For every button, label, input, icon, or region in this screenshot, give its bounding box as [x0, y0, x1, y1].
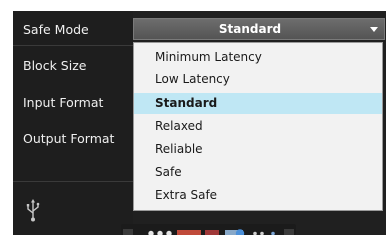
safe-mode-select-value: Standard — [218, 22, 282, 36]
safe-mode-label: Safe Mode — [23, 22, 89, 37]
chevron-down-icon[interactable] — [370, 27, 378, 32]
menu-option-extra-safe[interactable]: Extra Safe — [134, 185, 382, 206]
input-format-label: Input Format — [23, 95, 104, 110]
safe-mode-dropdown-menu: Minimum Latency Low Latency Standard Rel… — [133, 42, 383, 211]
block-size-label: Block Size — [23, 58, 87, 73]
divider — [13, 45, 133, 46]
menu-option-low-latency[interactable]: Low Latency — [134, 69, 382, 90]
device-front-panel — [121, 224, 296, 235]
usb-icon — [26, 199, 40, 222]
menu-option-reliable[interactable]: Reliable — [134, 139, 382, 160]
safe-mode-select[interactable]: Standard — [133, 18, 385, 40]
settings-panel: Safe Mode Block Size Input Format Output… — [13, 11, 386, 235]
output-format-label: Output Format — [23, 131, 115, 146]
menu-option-minimum-latency[interactable]: Minimum Latency — [134, 47, 382, 68]
menu-option-safe[interactable]: Safe — [134, 162, 382, 183]
menu-option-relaxed[interactable]: Relaxed — [134, 116, 382, 137]
divider — [13, 181, 133, 182]
menu-option-standard[interactable]: Standard — [134, 93, 382, 114]
settings-labels-column: Safe Mode Block Size Input Format Output… — [13, 11, 133, 235]
